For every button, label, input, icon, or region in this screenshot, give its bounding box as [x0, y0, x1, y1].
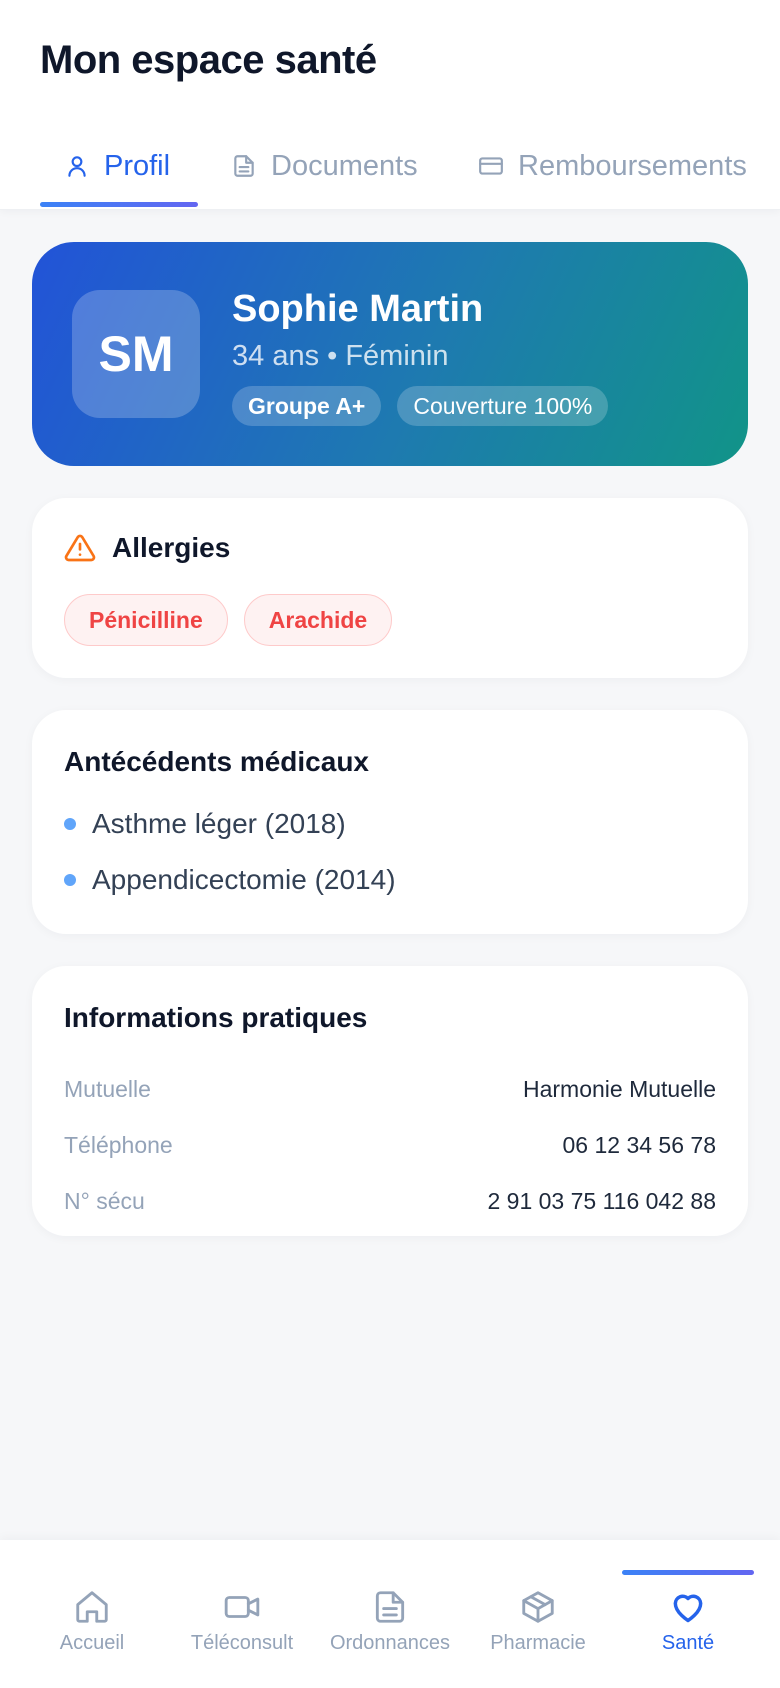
history-item-text: Asthme léger (2018) [92, 808, 346, 839]
tab-label: Profil [104, 149, 171, 182]
nav-label: Santé [661, 1632, 715, 1654]
app-header: Mon espace santé Profil Documents Rembou… [0, 0, 780, 210]
bottom-nav: Accueil Téléconsult Ordonnances Pharmaci… [0, 1540, 780, 1688]
home-icon [76, 1591, 108, 1623]
tab-label: Remboursements [518, 149, 747, 182]
nav-item-accueil[interactable]: Accueil [17, 1588, 167, 1655]
medical-history-card: Antécédents médicaux Asthme léger (2018)… [32, 710, 748, 934]
bullet-dot [64, 818, 76, 830]
allergies-header: Allergies [64, 532, 230, 564]
allergy-chip[interactable]: Pénicilline [64, 594, 228, 646]
practical-info-card: Informations pratiques Mutuelle Harmonie… [32, 966, 748, 1236]
allergy-list: Pénicilline Arachide [64, 594, 393, 646]
tab-bar: Profil Documents Remboursements [0, 130, 780, 210]
info-row-mutuelle: Mutuelle Harmonie Mutuelle [64, 1076, 716, 1103]
info-row-telephone: Téléphone 06 12 34 56 78 [64, 1132, 716, 1159]
nav-label: Pharmacie [490, 1632, 586, 1654]
info-value[interactable]: 06 12 34 56 78 [563, 1132, 716, 1159]
avatar: SM [72, 290, 200, 418]
tab-remboursements[interactable]: Remboursements [478, 144, 747, 188]
active-tab-indicator [40, 202, 198, 207]
practical-info-title: Informations pratiques [64, 1002, 368, 1033]
user-icon [68, 156, 86, 177]
nav-label: Téléconsult [190, 1632, 294, 1654]
page-title: Mon espace santé [40, 38, 377, 82]
info-label: Mutuelle [64, 1076, 151, 1102]
bullet-dot [64, 874, 76, 886]
allergies-title: Allergies [112, 532, 231, 563]
list-item: Asthme léger (2018) [64, 808, 346, 840]
info-label: Téléphone [64, 1132, 173, 1158]
box-icon [522, 1591, 554, 1623]
medical-history-title: Antécédents médicaux [64, 746, 369, 777]
active-nav-indicator [622, 1570, 754, 1575]
info-value: 2 91 03 75 116 042 88 [487, 1188, 716, 1214]
profile-card[interactable]: SM Sophie Martin 34 ans • Féminin Groupe… [32, 242, 748, 466]
info-label: N° sécu [64, 1188, 145, 1214]
blood-group-badge: Groupe A+ [232, 386, 382, 426]
nav-label: Ordonnances [329, 1632, 451, 1654]
document-icon [234, 155, 254, 177]
warning-icon [64, 534, 96, 562]
list-item: Appendicectomie (2014) [64, 864, 396, 896]
nav-item-ordonnances[interactable]: Ordonnances [315, 1588, 465, 1655]
card-icon [479, 157, 503, 175]
tab-profil[interactable]: Profil [64, 144, 170, 188]
tab-label: Documents [271, 149, 418, 182]
allergy-chip[interactable]: Arachide [243, 594, 393, 646]
heart-icon [673, 1594, 703, 1623]
video-icon [224, 1596, 260, 1618]
profile-name: Sophie Martin [232, 288, 484, 330]
history-item-text: Appendicectomie (2014) [92, 864, 396, 895]
nav-label: Accueil [59, 1632, 125, 1654]
allergies-card: Allergies Pénicilline Arachide [32, 498, 748, 678]
info-value: Harmonie Mutuelle [522, 1076, 716, 1102]
nav-item-teleconsult[interactable]: Téléconsult [167, 1588, 317, 1655]
nav-item-pharmacie[interactable]: Pharmacie [463, 1588, 613, 1655]
profile-meta: 34 ans • Féminin [232, 340, 449, 372]
info-row-secu: N° sécu 2 91 03 75 116 042 88 [64, 1188, 716, 1215]
coverage-badge: Couverture 100% [397, 386, 609, 426]
badge-row: Groupe A+ Couverture 100% [232, 386, 609, 426]
prescription-icon [375, 1591, 405, 1623]
tab-documents[interactable]: Documents [231, 144, 418, 188]
nav-item-sante[interactable]: Santé [613, 1588, 763, 1655]
